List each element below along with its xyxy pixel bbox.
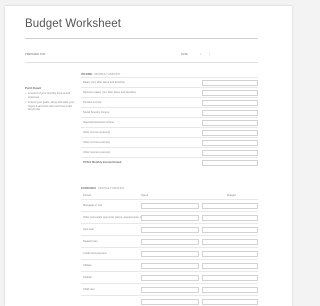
income-row-label: Other income source(s) xyxy=(83,151,111,154)
income-amount-field[interactable] xyxy=(202,119,258,126)
expense-row: Child care xyxy=(81,283,258,295)
expense-spent-field[interactable] xyxy=(141,250,199,257)
expense-row xyxy=(81,295,258,306)
income-amount-field[interactable] xyxy=(202,79,258,86)
expense-row-label: Auto loan xyxy=(83,228,94,231)
side-note-bullet: A list of your goals, along with what yo… xyxy=(25,101,77,112)
expenses-section-heading: EXPENSES MONTHLY AMOUNT xyxy=(81,186,124,190)
income-row: Interest/investment income xyxy=(81,117,258,127)
income-row: Spouse's salary (net, after taxes and be… xyxy=(81,87,258,97)
title-divider xyxy=(25,38,258,39)
expense-row-label: Utilities xyxy=(83,264,92,267)
expense-spent-field[interactable] xyxy=(141,226,199,233)
expense-budget-field[interactable] xyxy=(202,274,258,281)
expense-row: Cellular xyxy=(81,271,258,283)
income-row-label: Salary (net, after taxes and benefits) xyxy=(83,81,125,84)
income-amount-field[interactable] xyxy=(202,109,258,116)
expense-budget-field[interactable] xyxy=(202,214,258,221)
side-note-heading: Put It Down! xyxy=(25,86,42,90)
prepared-for-line xyxy=(25,62,258,63)
date-label: DATE xyxy=(181,53,188,56)
income-row: Pension income xyxy=(81,97,258,107)
income-row-label: Other income source(s) xyxy=(83,131,111,134)
expense-spent-field[interactable] xyxy=(141,298,199,305)
income-row-label: Pension income xyxy=(83,101,102,104)
expense-spent-field[interactable] xyxy=(141,238,199,245)
expense-budget-field[interactable] xyxy=(202,226,258,233)
income-total-field[interactable] xyxy=(202,159,258,166)
income-amount-field[interactable] xyxy=(202,89,258,96)
expense-spent-field[interactable] xyxy=(141,202,199,209)
side-note-bullet: A record of your monthly income and expe… xyxy=(25,92,77,99)
income-subheading: MONTHLY AMOUNT xyxy=(94,72,121,76)
expense-row-label: Cellular xyxy=(83,276,92,279)
income-row-label: Interest/investment income xyxy=(83,121,114,124)
income-row: Salary (net, after taxes and benefits) xyxy=(81,77,258,87)
expense-row: Other real estate payments (taxes, asses… xyxy=(81,211,258,223)
expense-spent-field[interactable] xyxy=(141,262,199,269)
expense-row-label: Credit card payment xyxy=(83,252,107,255)
income-row: Social Security income xyxy=(81,107,258,117)
expense-row: Credit card payment xyxy=(81,247,258,259)
income-amount-field[interactable] xyxy=(202,149,258,156)
income-section-heading: INCOME MONTHLY AMOUNT xyxy=(81,72,120,76)
side-note: Put It Down! A record of your monthly in… xyxy=(25,86,77,114)
income-total-label: TOTAL Monthly Income Earned xyxy=(83,161,122,164)
expense-row-label: Student loan xyxy=(83,240,98,243)
income-total-row: TOTAL Monthly Income Earned xyxy=(81,157,258,167)
income-amount-field[interactable] xyxy=(202,99,258,106)
expense-budget-field[interactable] xyxy=(202,262,258,269)
expense-row: Utilities xyxy=(81,259,258,271)
expense-budget-field[interactable] xyxy=(202,238,258,245)
income-heading: INCOME xyxy=(81,72,93,76)
prepared-for-label: PREPARED FOR xyxy=(25,53,46,56)
budget-worksheet-page: Budget Worksheet PREPARED FOR DATE / / P… xyxy=(5,6,292,306)
expense-budget-field[interactable] xyxy=(202,286,258,293)
expense-row-label: Mortgage or rent xyxy=(83,204,103,207)
expense-spent-field[interactable] xyxy=(141,214,199,221)
income-row-label: Social Security income xyxy=(83,111,110,114)
expense-budget-field[interactable] xyxy=(202,202,258,209)
column-header-spent: Spent xyxy=(141,193,149,197)
income-row-label: Spouse's salary (net, after taxes and be… xyxy=(83,91,136,94)
income-row: Other income source(s) xyxy=(81,137,258,147)
expense-spent-field[interactable] xyxy=(141,274,199,281)
expense-budget-field[interactable] xyxy=(202,298,258,305)
expenses-subheading: MONTHLY AMOUNT xyxy=(98,186,125,190)
expense-row: Student loan xyxy=(81,235,258,247)
income-row-label: Other income source(s) xyxy=(83,141,111,144)
date-separator: / xyxy=(209,53,210,56)
expenses-heading: EXPENSES xyxy=(81,186,97,190)
column-header-budget: Budget xyxy=(227,193,236,197)
income-amount-field[interactable] xyxy=(202,139,258,146)
expense-spent-field[interactable] xyxy=(141,286,199,293)
expense-row-label: Child care xyxy=(83,288,95,291)
expense-row-label: Other real estate payments (taxes, asses… xyxy=(83,216,146,219)
income-row: Other income source(s) xyxy=(81,127,258,137)
income-amount-field[interactable] xyxy=(202,129,258,136)
page-title: Budget Worksheet xyxy=(25,18,121,30)
expense-budget-field[interactable] xyxy=(202,250,258,257)
date-separator: / xyxy=(200,53,201,56)
column-header-period: Period xyxy=(83,193,92,197)
expense-row: Mortgage or rent xyxy=(81,199,258,211)
expense-row: Auto loan xyxy=(81,223,258,235)
income-row: Other income source(s) xyxy=(81,147,258,157)
